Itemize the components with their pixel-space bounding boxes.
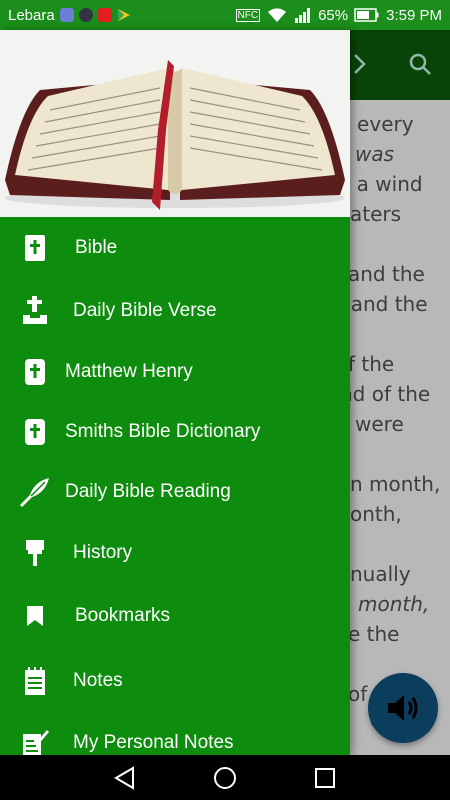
wifi-icon: [268, 8, 287, 22]
notepad-icon: [18, 664, 52, 698]
menu-item-label: Bible: [75, 237, 118, 258]
speaker-icon: [388, 695, 418, 721]
bible-book-icon: [18, 231, 52, 265]
edit-note-icon: [18, 726, 52, 755]
menu-item-label: Daily Bible Verse: [73, 300, 217, 321]
signal-icon: [295, 8, 311, 23]
bookmark-icon: [18, 599, 52, 633]
book-cross-icon: [18, 355, 52, 389]
menu-item-bookmarks[interactable]: Bookmarks: [0, 588, 350, 644]
speak-button[interactable]: [368, 673, 438, 743]
menu-item-label: Matthew Henry: [65, 361, 193, 382]
youtube-notification-icon: [97, 8, 112, 22]
battery-percent: 65%: [318, 6, 349, 24]
menu-item-notes[interactable]: Notes: [0, 653, 350, 709]
menu-item-history[interactable]: History: [0, 525, 350, 581]
menu-item-label: Daily Bible Reading: [65, 481, 231, 502]
home-icon[interactable]: [213, 766, 237, 790]
back-icon[interactable]: [113, 766, 137, 790]
system-navigation-bar: [0, 755, 450, 800]
menu-item-my-personal-notes[interactable]: My Personal Notes: [0, 715, 350, 755]
menu-item-label: Smiths Bible Dictionary: [65, 421, 261, 442]
navigation-drawer: Bible Daily Bible Verse Matthew Henry Sm…: [0, 30, 350, 755]
gallery-notification-icon: [59, 8, 74, 22]
tumblr-notification-icon: [78, 8, 93, 22]
drawer-header-image: [0, 30, 350, 217]
menu-item-label: Bookmarks: [75, 605, 171, 626]
menu-item-label: History: [73, 542, 133, 563]
brush-icon: [18, 536, 52, 570]
menu-item-bible[interactable]: Bible: [0, 220, 350, 276]
status-bar: Lebara NFC 65% 3:59 PM: [0, 0, 450, 30]
play-store-notification-icon: [117, 9, 130, 21]
menu-item-daily-bible-verse[interactable]: Daily Bible Verse: [0, 283, 350, 339]
menu-item-smiths-bible-dictionary[interactable]: Smiths Bible Dictionary: [0, 404, 350, 460]
battery-icon: [354, 8, 379, 22]
book-cross-icon: [18, 415, 52, 449]
menu-item-matthew-henry[interactable]: Matthew Henry: [0, 344, 350, 400]
verse-cross-icon: [18, 294, 52, 328]
menu-item-label: Notes: [73, 670, 123, 691]
clock: 3:59 PM: [386, 6, 442, 24]
nfc-icon: NFC: [235, 8, 261, 22]
carrier-name: Lebara: [8, 6, 55, 24]
menu-item-daily-bible-reading[interactable]: Daily Bible Reading: [0, 464, 350, 520]
recents-icon[interactable]: [314, 767, 336, 789]
feather-quill-icon: [18, 475, 52, 509]
menu-item-label: My Personal Notes: [73, 732, 234, 753]
open-bible-image: [0, 30, 350, 217]
